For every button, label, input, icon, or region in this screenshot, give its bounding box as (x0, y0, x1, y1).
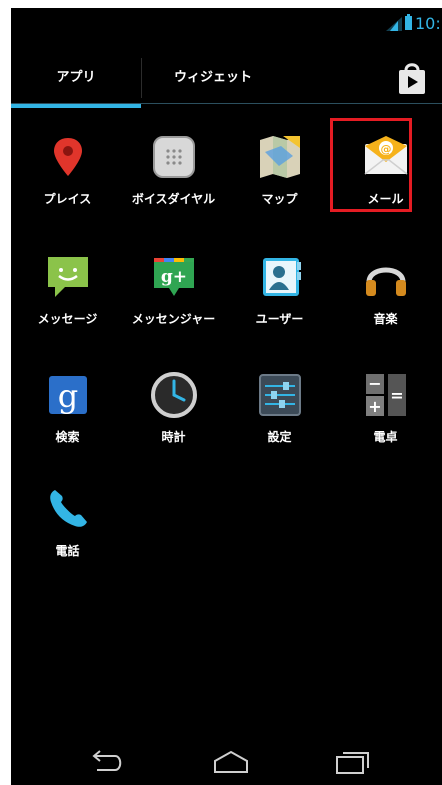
app-search[interactable]: g 検索 (15, 370, 120, 480)
app-settings[interactable]: 設定 (227, 370, 332, 480)
gplus-glyph: g+ (161, 267, 187, 287)
clock-icon (151, 372, 197, 418)
email-at-glyph: @ (381, 143, 392, 156)
app-label: メール (367, 192, 404, 206)
status-time: 10:19 (415, 14, 442, 33)
recent-apps-icon[interactable] (331, 748, 375, 776)
battery-icon (405, 14, 412, 30)
app-label: ユーザー (255, 312, 304, 326)
tab-apps-label: アプリ (56, 70, 96, 85)
maps-icon (260, 136, 300, 178)
tab-divider (141, 58, 142, 98)
app-messenger[interactable]: g+ メッセンジャー (121, 252, 226, 362)
search-g-glyph: g (58, 377, 78, 415)
play-store-icon[interactable] (396, 60, 428, 96)
app-label: 電卓 (373, 430, 398, 444)
phone-icon (50, 490, 87, 527)
app-voice-dialer[interactable]: ボイスダイヤル (121, 132, 226, 242)
calc-minus-glyph: − (368, 374, 381, 393)
messaging-icon (48, 257, 88, 297)
app-label: 時計 (161, 430, 186, 444)
app-label: プレイス (43, 192, 92, 206)
calculator-icon: − + = (366, 374, 406, 416)
email-icon: @ (364, 136, 408, 175)
app-label: 電話 (55, 544, 80, 558)
app-places[interactable]: プレイス (15, 132, 120, 242)
tab-apps[interactable]: アプリ (11, 52, 141, 108)
headphones-icon (366, 267, 406, 296)
calc-plus-glyph: + (368, 397, 381, 416)
navigation-bar (11, 738, 442, 785)
app-label: マップ (261, 192, 298, 206)
app-label: 設定 (267, 430, 292, 444)
app-label: メッセンジャー (131, 312, 216, 326)
app-label: 音楽 (373, 312, 398, 326)
app-music[interactable]: 音楽 (333, 252, 438, 362)
launcher-screen: 10:19 アプリ ウィジェット プレイス (11, 8, 442, 785)
app-label: メッセージ (37, 312, 98, 326)
voice-dialer-icon (153, 136, 195, 178)
tab-widgets-label: ウィジェット (173, 70, 252, 85)
people-icon (263, 258, 301, 296)
google-plus-messenger-icon: g+ (154, 258, 194, 296)
calc-equals-glyph: = (390, 386, 403, 405)
app-phone[interactable]: 電話 (15, 484, 120, 594)
app-maps[interactable]: マップ (227, 132, 332, 242)
google-search-icon: g (49, 376, 87, 415)
status-bar: 10:19 (11, 8, 442, 38)
home-icon[interactable] (209, 748, 253, 776)
places-pin-icon (54, 138, 82, 176)
settings-icon (259, 374, 301, 416)
tab-bar: アプリ ウィジェット (11, 52, 442, 108)
app-calculator[interactable]: − + = 電卓 (333, 370, 438, 480)
app-mail[interactable]: @ メール (330, 118, 438, 242)
tab-widgets[interactable]: ウィジェット (143, 52, 283, 104)
signal-icon (386, 17, 402, 31)
back-icon[interactable] (85, 748, 129, 776)
app-label: 検索 (55, 430, 80, 444)
tab-baseline (11, 103, 442, 104)
app-people[interactable]: ユーザー (227, 252, 332, 362)
app-label: ボイスダイヤル (131, 192, 216, 206)
app-clock[interactable]: 時計 (121, 370, 226, 480)
app-messaging[interactable]: メッセージ (15, 252, 120, 362)
